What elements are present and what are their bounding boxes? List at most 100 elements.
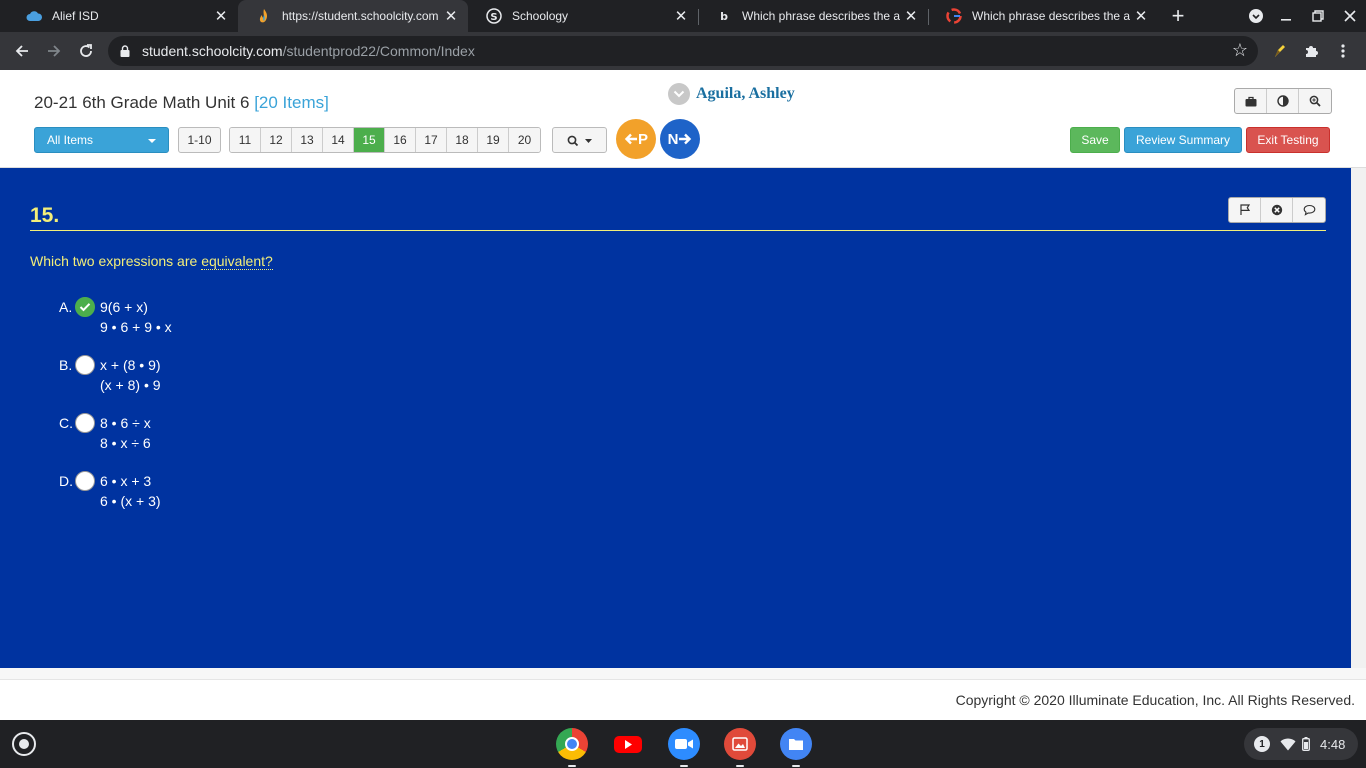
status-tray[interactable]: 1 4:48 bbox=[1244, 728, 1358, 760]
question-stem: Which two expressions are equivalent? bbox=[30, 253, 273, 270]
alief-cloud-icon bbox=[26, 8, 42, 24]
arrow-right-icon bbox=[679, 133, 692, 145]
save-button[interactable]: Save bbox=[1070, 127, 1120, 153]
tab-title: https://student.schoolcity.com bbox=[282, 9, 439, 23]
previous-question-button[interactable]: P bbox=[616, 119, 656, 159]
reload-icon[interactable] bbox=[74, 39, 98, 63]
page-button-12[interactable]: 12 bbox=[261, 128, 292, 152]
close-icon[interactable]: ✕ bbox=[440, 7, 462, 25]
browser-tab-schoology[interactable]: S Schoology ✕ bbox=[468, 0, 698, 32]
battery-icon bbox=[1302, 737, 1310, 751]
radio-checked-icon[interactable] bbox=[75, 297, 95, 317]
glossary-term-equivalent[interactable]: equivalent? bbox=[201, 253, 273, 270]
page-button-11[interactable]: 11 bbox=[230, 128, 261, 152]
page-button-16[interactable]: 16 bbox=[385, 128, 416, 152]
question-number: 15. bbox=[30, 204, 60, 227]
footer-divider bbox=[0, 668, 1366, 680]
close-icon[interactable]: ✕ bbox=[1130, 7, 1152, 25]
student-menu[interactable]: Aguila, Ashley bbox=[668, 83, 795, 105]
radio-unchecked-icon[interactable] bbox=[75, 413, 95, 433]
browser-tab-brainly[interactable]: b Which phrase describes the alg ✕ bbox=[698, 0, 928, 32]
eliminate-choice-icon[interactable] bbox=[1261, 198, 1293, 222]
more-menu-icon[interactable] bbox=[1332, 40, 1354, 62]
next-label: N bbox=[667, 130, 679, 148]
extensions-puzzle-icon[interactable] bbox=[1300, 40, 1322, 62]
choice-letter: C. bbox=[59, 415, 73, 431]
browser-tab-google[interactable]: Which phrase describes the alg ✕ bbox=[928, 0, 1158, 32]
app-running-indicator bbox=[736, 765, 744, 767]
page-button-20[interactable]: 20 bbox=[509, 128, 540, 152]
page-scrollbar[interactable] bbox=[1351, 168, 1366, 668]
search-dropdown-button[interactable] bbox=[552, 127, 607, 153]
flag-icon[interactable] bbox=[1229, 198, 1261, 222]
page-button-18[interactable]: 18 bbox=[447, 128, 478, 152]
lock-icon bbox=[120, 44, 130, 57]
items-filter-label: All Items bbox=[47, 133, 94, 147]
choice-letter: A. bbox=[59, 299, 73, 315]
wifi-icon bbox=[1280, 738, 1296, 751]
radio-unchecked-icon[interactable] bbox=[75, 471, 95, 491]
briefcase-icon[interactable] bbox=[1235, 89, 1267, 113]
test-title: 20-21 6th Grade Math Unit 6 [20 Items] bbox=[34, 93, 329, 113]
question-panel: 15. Which two expressions are equivalent… bbox=[0, 168, 1351, 668]
url-path: /studentprod22/Common/Index bbox=[282, 43, 475, 59]
choice-expression-1: 8 • 6 ÷ x bbox=[100, 415, 151, 431]
exit-testing-button[interactable]: Exit Testing bbox=[1246, 127, 1330, 153]
page-button-19[interactable]: 19 bbox=[478, 128, 509, 152]
test-header: 20-21 6th Grade Math Unit 6 [20 Items] A… bbox=[0, 70, 1366, 168]
contrast-icon[interactable] bbox=[1267, 89, 1299, 113]
choice-expression-2: 8 • x ÷ 6 bbox=[100, 435, 151, 451]
copyright-text: Copyright © 2020 Illuminate Education, I… bbox=[955, 692, 1355, 708]
close-icon[interactable]: ✕ bbox=[900, 7, 922, 25]
page-button-17[interactable]: 17 bbox=[416, 128, 447, 152]
back-icon[interactable] bbox=[10, 39, 34, 63]
page-button-15-current[interactable]: 15 bbox=[354, 128, 385, 152]
choice-expression-2: 9 • 6 + 9 • x bbox=[100, 319, 172, 335]
test-title-text: 20-21 6th Grade Math Unit 6 bbox=[34, 93, 250, 112]
review-summary-button[interactable]: Review Summary bbox=[1124, 127, 1242, 153]
notification-count: 1 bbox=[1254, 736, 1270, 752]
zoom-icon[interactable] bbox=[1299, 89, 1331, 113]
test-tools-group bbox=[1234, 88, 1332, 114]
app-running-indicator bbox=[680, 765, 688, 767]
chrome-app-icon[interactable] bbox=[556, 728, 588, 760]
radio-unchecked-icon[interactable] bbox=[75, 355, 95, 375]
gallery-app-icon[interactable] bbox=[724, 728, 756, 760]
caret-down-icon bbox=[148, 139, 156, 143]
search-icon bbox=[567, 135, 592, 146]
svg-text:S: S bbox=[490, 12, 497, 23]
youtube-app-icon[interactable] bbox=[612, 728, 644, 760]
close-window-icon[interactable] bbox=[1334, 0, 1366, 32]
page-button-14[interactable]: 14 bbox=[323, 128, 354, 152]
zoom-meetings-app-icon[interactable] bbox=[668, 728, 700, 760]
address-bar[interactable]: student.schoolcity.com/studentprod22/Com… bbox=[108, 36, 1258, 66]
next-question-button[interactable]: N bbox=[660, 119, 700, 159]
page-button-13[interactable]: 13 bbox=[292, 128, 323, 152]
url-text: student.schoolcity.com/studentprod22/Com… bbox=[142, 43, 475, 59]
chevron-down-icon[interactable] bbox=[668, 83, 690, 105]
tab-search-icon[interactable] bbox=[1240, 0, 1272, 32]
items-filter-dropdown[interactable]: All Items bbox=[34, 127, 169, 153]
tab-title: Alief ISD bbox=[52, 9, 99, 23]
launcher-dot bbox=[19, 739, 29, 749]
restore-icon[interactable] bbox=[1302, 0, 1334, 32]
close-icon[interactable]: ✕ bbox=[670, 7, 692, 25]
question-pager: 11 12 13 14 15 16 17 18 19 20 bbox=[229, 127, 541, 153]
url-host: student.schoolcity.com bbox=[142, 43, 283, 59]
close-icon[interactable]: ✕ bbox=[210, 7, 232, 25]
new-tab-icon[interactable]: + bbox=[1166, 4, 1190, 28]
schoolcity-flame-icon bbox=[256, 8, 272, 24]
browser-tab-schoolcity[interactable]: https://student.schoolcity.com ✕ bbox=[238, 0, 468, 32]
browser-tab-alief[interactable]: Alief ISD ✕ bbox=[8, 0, 238, 32]
minimize-icon[interactable] bbox=[1270, 0, 1302, 32]
browser-toolbar: student.schoolcity.com/studentprod22/Com… bbox=[0, 32, 1366, 70]
range-1-10-button[interactable]: 1-10 bbox=[178, 127, 221, 153]
choice-letter: B. bbox=[59, 357, 73, 373]
forward-icon[interactable] bbox=[42, 39, 66, 63]
choice-letter: D. bbox=[59, 473, 73, 489]
files-app-icon[interactable] bbox=[780, 728, 812, 760]
bookmark-star-icon[interactable]: ☆ bbox=[1232, 40, 1248, 61]
launcher-icon[interactable] bbox=[12, 732, 36, 756]
highlighter-extension-icon[interactable] bbox=[1268, 40, 1290, 62]
comment-icon[interactable] bbox=[1293, 198, 1325, 222]
